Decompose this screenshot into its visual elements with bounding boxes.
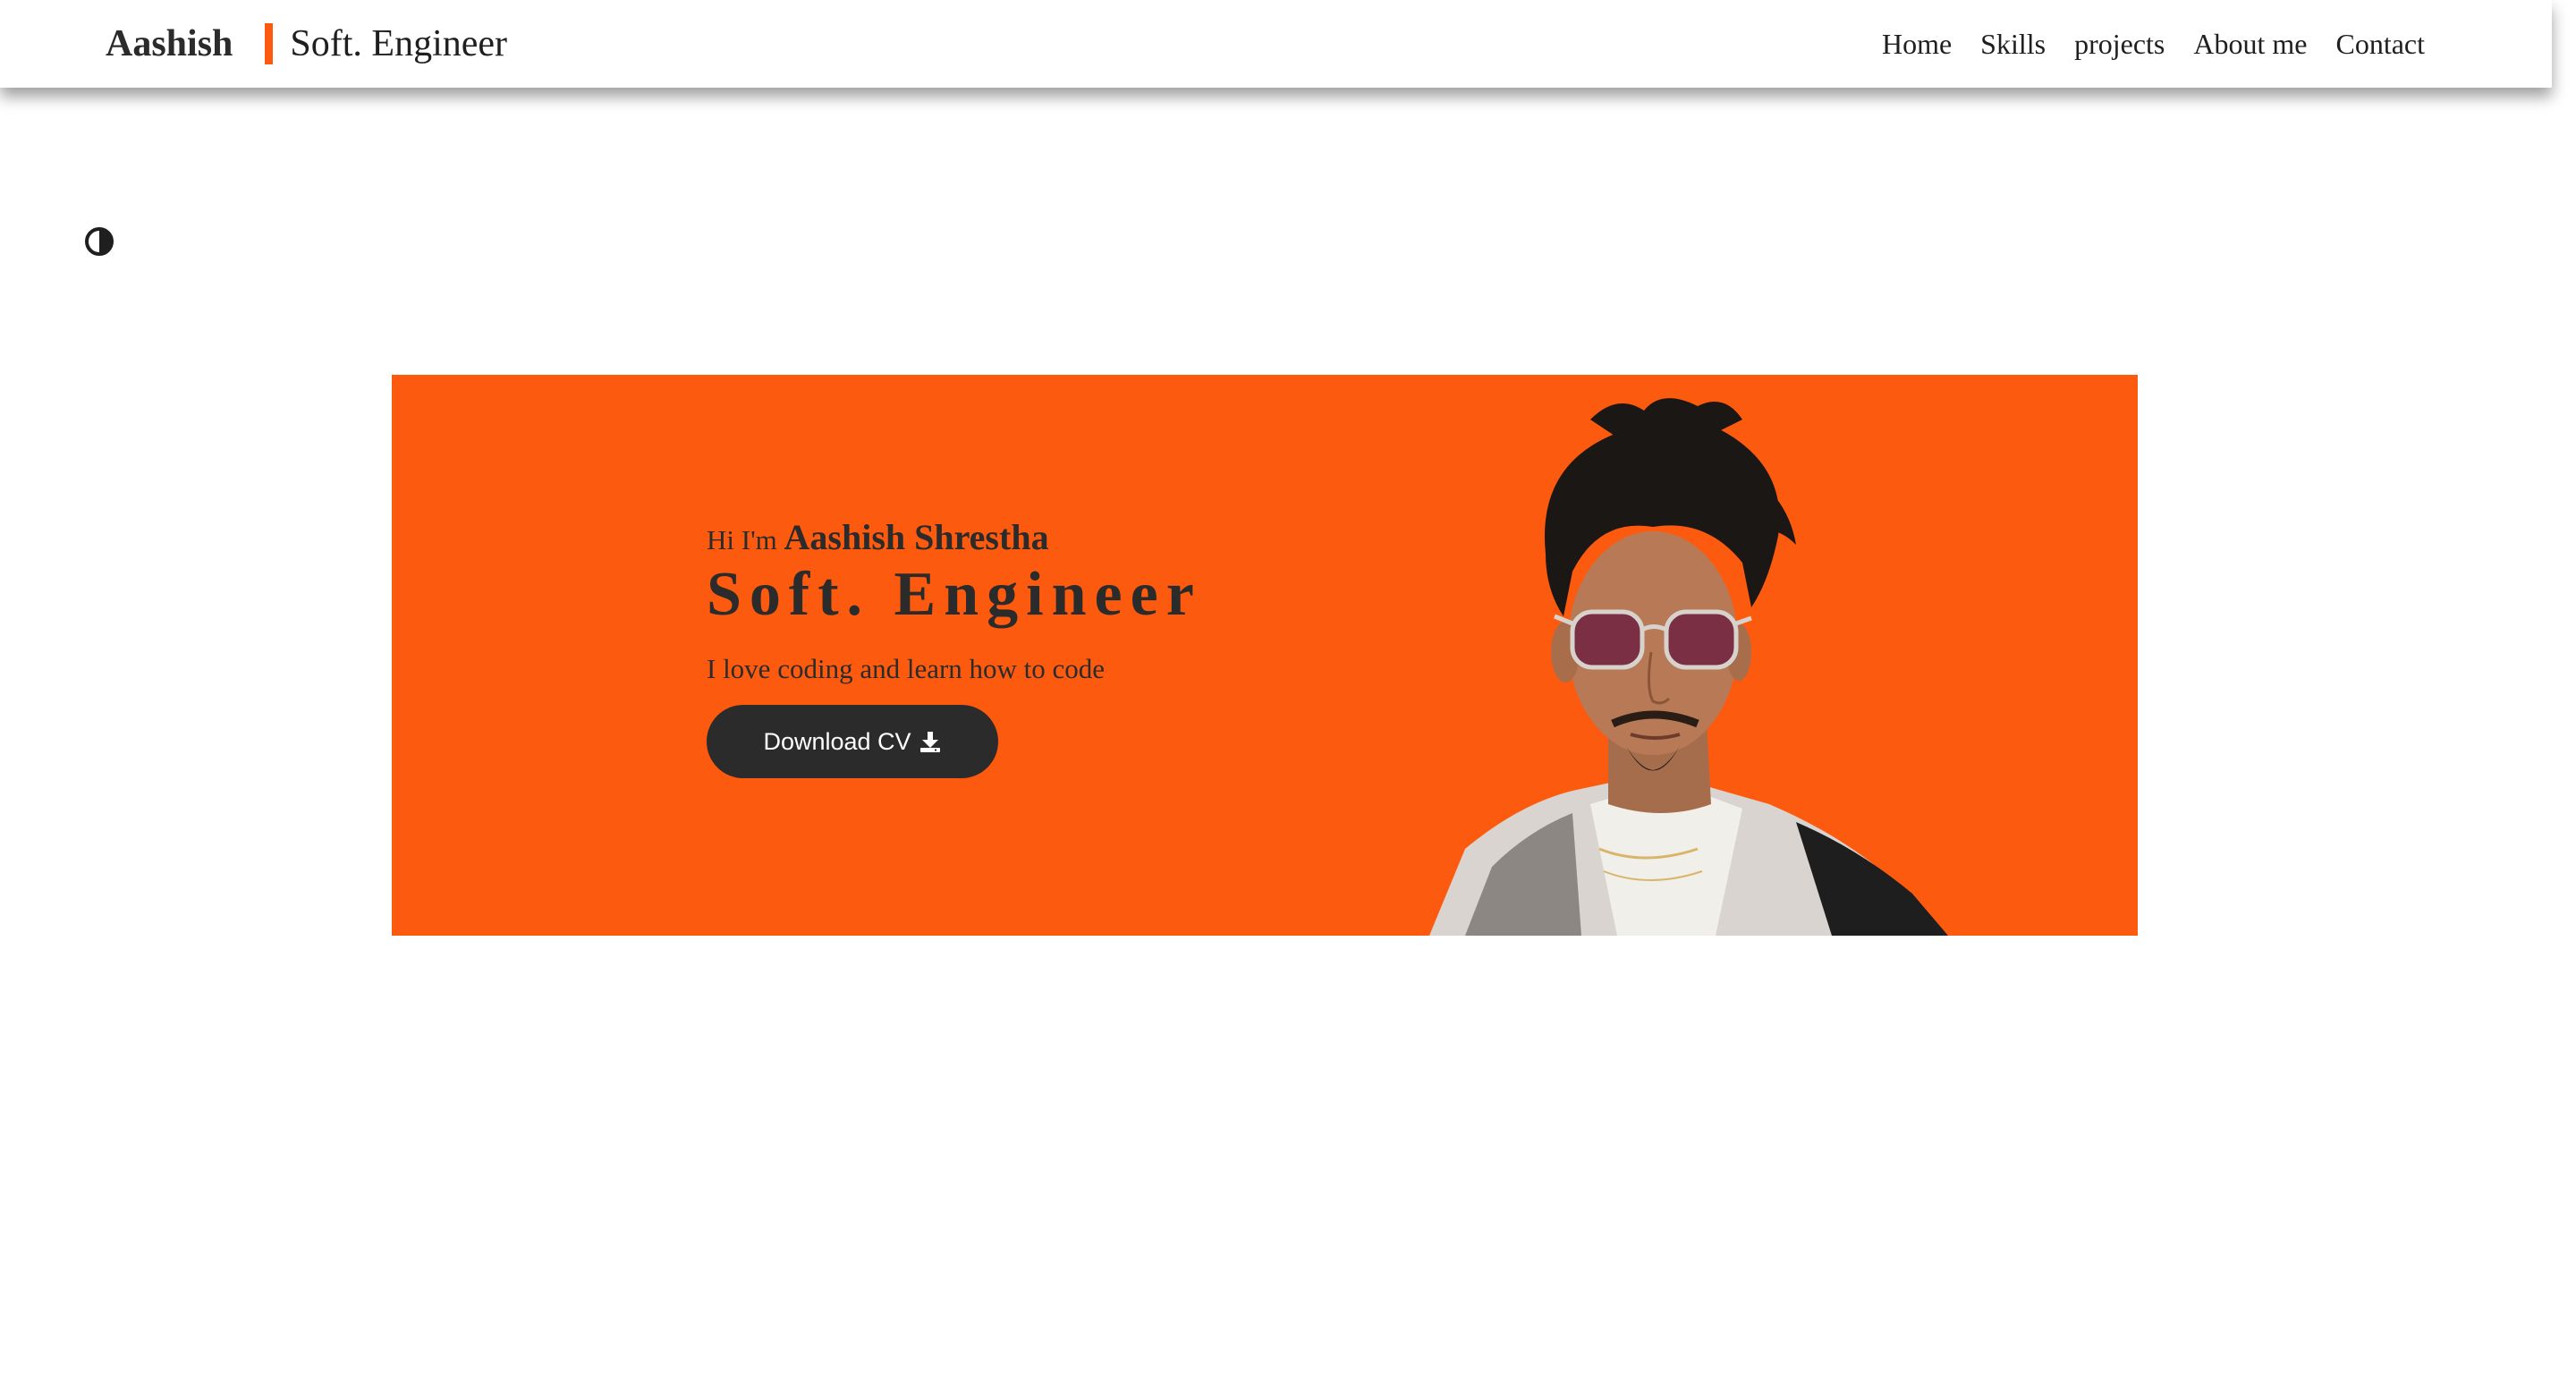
download-icon: [919, 732, 940, 752]
hero-text: Hi I'm Aashish Shrestha Soft. Engineer I…: [707, 518, 1202, 778]
greeting: Hi I'm Aashish Shrestha: [707, 518, 1202, 560]
brand-role: Soft. Engineer: [290, 23, 508, 64]
hero-tagline: I love coding and learn how to code: [707, 653, 1106, 684]
brand-name: Aashish: [106, 23, 233, 64]
nav-links: Home Skills projects About me Contact: [1882, 0, 2425, 88]
hero-title: Soft. Engineer: [707, 560, 1202, 629]
top-navbar: Aashish Soft. Engineer Home Skills proje…: [0, 0, 2552, 88]
download-cv-label: Download CV: [763, 727, 911, 755]
nav-link-about[interactable]: About me: [2193, 28, 2307, 61]
hero-name: Aashish Shrestha: [784, 517, 1049, 557]
nav-link-projects[interactable]: projects: [2074, 28, 2165, 61]
half-circle-contrast-icon: [85, 227, 114, 256]
nav-link-home[interactable]: Home: [1882, 28, 1952, 61]
theme-toggle-button[interactable]: [84, 226, 114, 257]
nav-link-contact[interactable]: Contact: [2335, 28, 2425, 61]
hero-banner: Hi I'm Aashish Shrestha Soft. Engineer I…: [392, 375, 2138, 936]
nav-link-skills[interactable]: Skills: [1980, 28, 2046, 61]
brand-divider: [265, 23, 274, 64]
download-cv-button[interactable]: Download CV: [707, 705, 998, 778]
portrait-photo: [1429, 398, 1948, 936]
brand[interactable]: Aashish Soft. Engineer: [106, 0, 507, 88]
greeting-prefix: Hi I'm: [707, 524, 777, 555]
